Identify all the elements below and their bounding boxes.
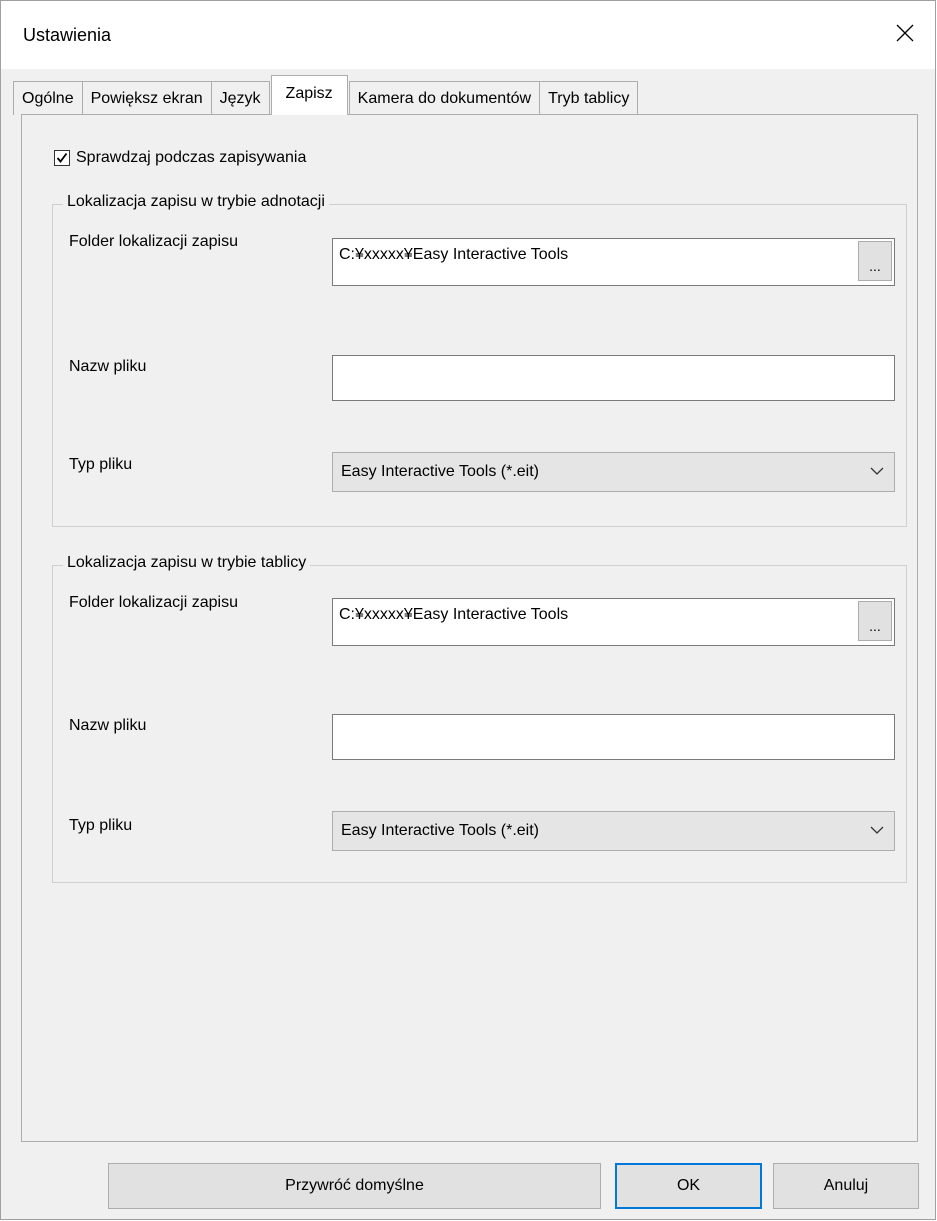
annotation-folder-path-value: C:¥xxxxx¥Easy Interactive Tools bbox=[339, 246, 569, 263]
whiteboard-folder-label: Folder lokalizacji zapisu bbox=[69, 594, 238, 611]
restore-defaults-button[interactable]: Przywróć domyślne bbox=[108, 1163, 601, 1209]
annotation-folder-path-field[interactable]: C:¥xxxxx¥Easy Interactive Tools ... bbox=[332, 238, 895, 286]
annotation-filename-input[interactable] bbox=[332, 355, 895, 401]
whiteboard-browse-button[interactable]: ... bbox=[858, 601, 892, 641]
annotation-filetype-value: Easy Interactive Tools (*.eit) bbox=[341, 463, 540, 480]
check-on-save-checkbox[interactable] bbox=[54, 150, 70, 166]
annotation-group-title: Lokalizacja zapisu w trybie adnotacji bbox=[63, 193, 329, 211]
whiteboard-filetype-value: Easy Interactive Tools (*.eit) bbox=[341, 822, 540, 839]
annotation-browse-button[interactable]: ... bbox=[858, 241, 892, 281]
save-tab-panel: Sprawdzaj podczas zapisywania Lokalizacj… bbox=[21, 114, 918, 1142]
ok-button[interactable]: OK bbox=[615, 1163, 762, 1209]
tab-general[interactable]: Ogólne bbox=[13, 81, 83, 115]
whiteboard-filename-label: Nazw pliku bbox=[69, 717, 147, 734]
chevron-down-icon bbox=[870, 467, 884, 475]
tab-document-camera[interactable]: Kamera do dokumentów bbox=[348, 81, 541, 115]
check-on-save-label[interactable]: Sprawdzaj podczas zapisywania bbox=[76, 149, 306, 167]
tab-strip: Ogólne Powiększ ekran Język Zapisz Kamer… bbox=[13, 75, 639, 115]
whiteboard-folder-path-value: C:¥xxxxx¥Easy Interactive Tools bbox=[339, 606, 569, 623]
tab-language[interactable]: Język bbox=[210, 81, 270, 115]
annotation-filetype-select[interactable]: Easy Interactive Tools (*.eit) bbox=[332, 452, 895, 492]
settings-dialog: Ustawienia Ogólne Powiększ ekran Język Z… bbox=[0, 0, 936, 1220]
chevron-down-icon bbox=[870, 826, 884, 834]
annotation-filetype-label: Typ pliku bbox=[69, 456, 133, 473]
annotation-folder-label: Folder lokalizacji zapisu bbox=[69, 233, 238, 250]
title-bar: Ustawienia bbox=[1, 1, 935, 69]
close-button[interactable] bbox=[875, 1, 935, 65]
annotation-save-group: Lokalizacja zapisu w trybie adnotacji Fo… bbox=[52, 193, 907, 527]
whiteboard-save-group: Lokalizacja zapisu w trybie tablicy Fold… bbox=[52, 554, 907, 883]
annotation-filename-label: Nazw pliku bbox=[69, 358, 147, 375]
cancel-button[interactable]: Anuluj bbox=[773, 1163, 919, 1209]
tab-zoom-screen[interactable]: Powiększ ekran bbox=[81, 81, 212, 115]
close-icon bbox=[896, 24, 914, 42]
checkmark-icon bbox=[56, 152, 68, 163]
tab-whiteboard-mode[interactable]: Tryb tablicy bbox=[539, 81, 639, 115]
whiteboard-filename-input[interactable] bbox=[332, 714, 895, 760]
window-title: Ustawienia bbox=[23, 25, 112, 45]
whiteboard-filetype-select[interactable]: Easy Interactive Tools (*.eit) bbox=[332, 811, 895, 851]
whiteboard-filetype-label: Typ pliku bbox=[69, 817, 133, 834]
check-on-save-row: Sprawdzaj podczas zapisywania bbox=[54, 149, 306, 167]
tab-save[interactable]: Zapisz bbox=[270, 75, 348, 115]
whiteboard-folder-path-field[interactable]: C:¥xxxxx¥Easy Interactive Tools ... bbox=[332, 598, 895, 646]
whiteboard-group-title: Lokalizacja zapisu w trybie tablicy bbox=[63, 554, 311, 572]
